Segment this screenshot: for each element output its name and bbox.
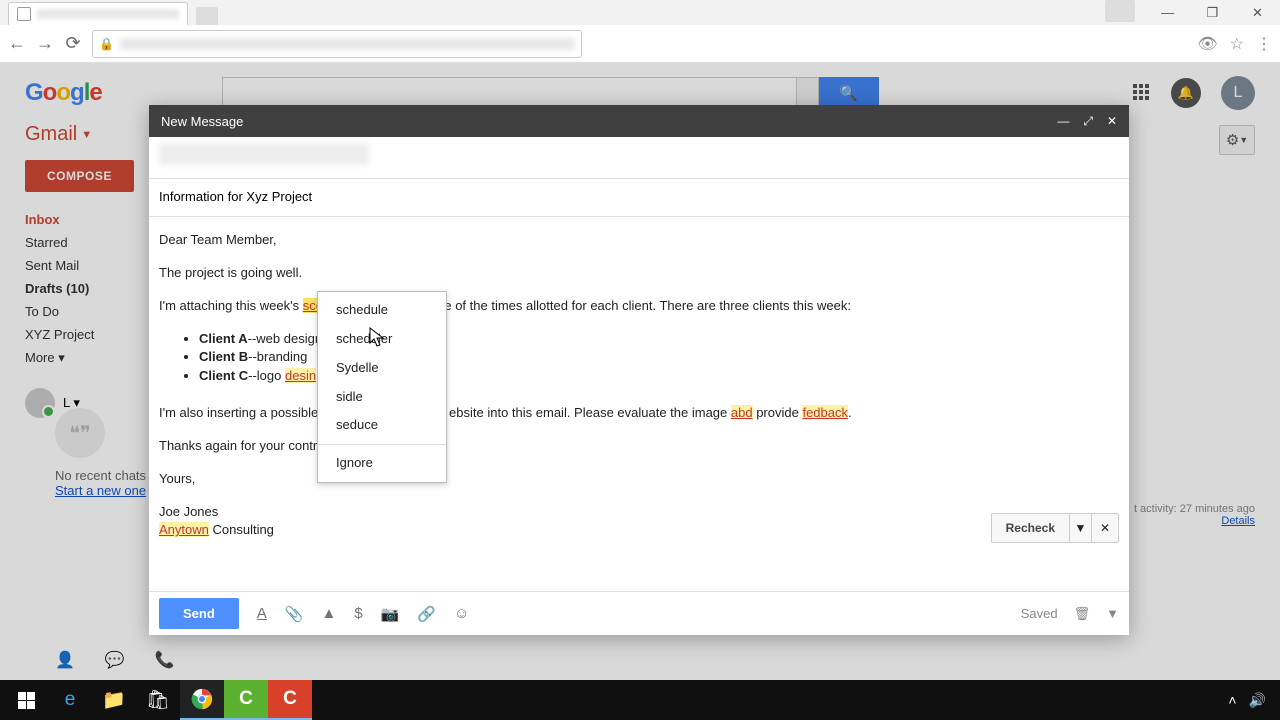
browser-tab-bar: — ❐ ✕ <box>0 0 1280 25</box>
misspell-desin[interactable]: desin <box>285 368 316 383</box>
taskbar-store[interactable]: 🛍 <box>136 680 180 720</box>
link-icon[interactable]: 🔗 <box>417 605 436 623</box>
saved-text: Saved <box>1021 606 1058 621</box>
compose-popout-icon[interactable]: ⤢ <box>1083 114 1093 129</box>
drive-icon[interactable]: ▲ <box>322 605 337 622</box>
body-p1: The project is going well. <box>159 264 1119 283</box>
recipient-blur <box>159 143 369 165</box>
compose-window: New Message — ⤢ ✕ Information for Xyz Pr… <box>149 105 1129 635</box>
window-controls: — ❐ ✕ <box>1105 0 1280 25</box>
recheck-dropdown[interactable]: ▼ <box>1070 514 1092 542</box>
address-bar: ← → ⟳ 🔒 👁 ☆ ⋮ <box>0 25 1280 63</box>
body-p2: I'm attaching this week's scedule. Pleas… <box>159 297 1119 316</box>
url-input[interactable]: 🔒 <box>92 30 582 58</box>
money-icon[interactable]: $ <box>354 605 362 622</box>
body-p3: I'm also inserting a possible xxxxxxxxxx… <box>159 404 1119 423</box>
chrome-menu-icon[interactable]: ⋮ <box>1256 34 1272 54</box>
photo-icon[interactable]: 📷 <box>381 605 400 623</box>
spellcheck-toolbar: Recheck ▼ ✕ <box>991 513 1119 543</box>
reload-button[interactable]: ⟳ <box>64 35 82 53</box>
browser-tab[interactable] <box>8 2 188 25</box>
window-close-button[interactable]: ✕ <box>1235 0 1280 25</box>
url-blur <box>120 38 575 50</box>
compose-header[interactable]: New Message — ⤢ ✕ <box>149 105 1129 137</box>
window-maximize-button[interactable]: ❐ <box>1190 0 1235 25</box>
tab-favicon <box>17 7 31 21</box>
misspell-abd[interactable]: abd <box>731 405 753 420</box>
tray-volume-icon[interactable]: 🔊 <box>1249 692 1266 709</box>
taskbar-edge[interactable]: e <box>48 680 92 720</box>
spell-ignore[interactable]: Ignore <box>318 449 446 478</box>
forward-button[interactable]: → <box>36 35 54 53</box>
recheck-button[interactable]: Recheck <box>992 514 1070 542</box>
new-tab-button[interactable] <box>196 7 218 25</box>
spell-suggestion[interactable]: scheduler <box>318 325 446 354</box>
taskbar-chrome[interactable] <box>180 680 224 720</box>
compose-minimize-icon[interactable]: — <box>1057 114 1069 129</box>
recheck-close[interactable]: ✕ <box>1092 514 1118 542</box>
lock-icon: 🔒 <box>99 37 114 51</box>
spell-suggestion[interactable]: schedule <box>318 296 446 325</box>
signature: Joe Jones Anytown Consulting <box>159 503 1119 541</box>
back-button[interactable]: ← <box>8 35 26 53</box>
tab-title-blur <box>37 9 179 19</box>
taskbar-camtasia[interactable]: C <box>224 680 268 720</box>
spell-suggestion[interactable]: seduce <box>318 411 446 440</box>
misspell-anytown[interactable]: Anytown <box>159 522 209 537</box>
chrome-profile-icon[interactable] <box>1105 0 1135 22</box>
compose-title: New Message <box>161 114 243 129</box>
taskbar-explorer[interactable]: 📁 <box>92 680 136 720</box>
formatting-icon[interactable]: A <box>257 605 267 622</box>
bookmark-star-icon[interactable]: ☆ <box>1230 34 1244 54</box>
compose-close-icon[interactable]: ✕ <box>1107 114 1117 129</box>
compose-body[interactable]: Dear Team Member, The project is going w… <box>149 217 1129 591</box>
compose-footer: Send A 📎 ▲ $ 📷 🔗 ☺ Saved 🗑 ▼ <box>149 591 1129 635</box>
body-greeting: Dear Team Member, <box>159 231 1119 250</box>
subject-field[interactable]: Information for Xyz Project <box>149 179 1129 217</box>
spell-suggestion[interactable]: sidle <box>318 383 446 412</box>
more-options-icon[interactable]: ▼ <box>1106 606 1119 621</box>
emoji-icon[interactable]: ☺ <box>454 605 469 622</box>
body-closing: Yours, <box>159 470 1119 489</box>
start-button[interactable] <box>4 680 48 720</box>
eye-icon[interactable]: 👁 <box>1197 34 1217 54</box>
send-button[interactable]: Send <box>159 598 239 629</box>
discard-icon[interactable]: 🗑 <box>1074 606 1091 622</box>
spell-suggestion[interactable]: Sydelle <box>318 354 446 383</box>
windows-taskbar: e 📁 🛍 C C ˄ 🔊 <box>0 680 1280 720</box>
misspell-fedback[interactable]: fedback <box>802 405 848 420</box>
taskbar-recorder[interactable]: C <box>268 680 312 720</box>
attach-icon[interactable]: 📎 <box>285 605 304 623</box>
to-field[interactable] <box>149 137 1129 179</box>
window-minimize-button[interactable]: — <box>1145 0 1190 25</box>
sig-name: Joe Jones <box>159 504 218 519</box>
gmail-page: Google 🔍 🔔 L Gmail▼ COMPOSE Inbox Starre… <box>0 63 1280 680</box>
body-p4: Thanks again for your contri <box>159 437 1119 456</box>
tray-chevron-icon[interactable]: ˄ <box>1228 692 1236 709</box>
spellcheck-menu: schedule scheduler Sydelle sidle seduce … <box>317 291 447 483</box>
